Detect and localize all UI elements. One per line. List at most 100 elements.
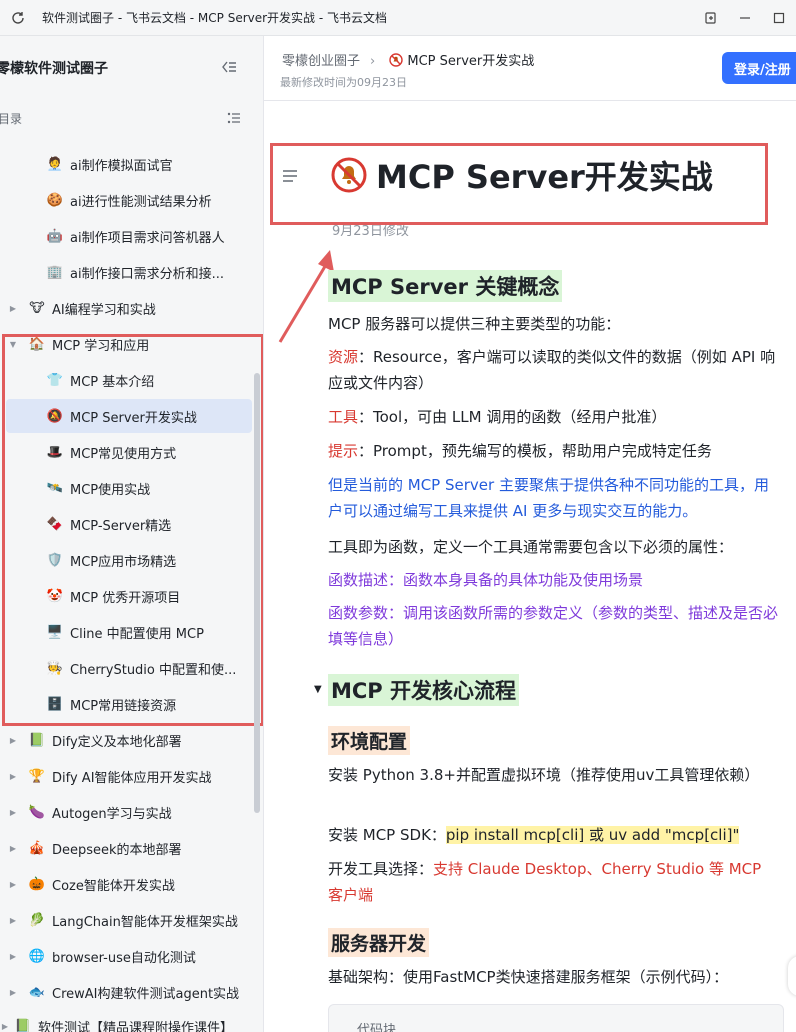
sidebar-item-label: ai制作模拟面试官 (70, 158, 173, 174)
para-env-python: 安装 Python 3.8+并配置虚拟环境（推荐使用uv工具管理依赖） (328, 766, 760, 784)
sidebar-item-label: ai制作项目需求问答机器人 (70, 230, 225, 246)
heading-env: 环境配置 (328, 726, 411, 755)
para-resource: 资源：Resource，客户端可以读取的类似文件的数据（例如 API 响应或文件… (328, 344, 778, 396)
sidebar-item[interactable]: 🤖 ai制作项目需求问答机器人 (6, 219, 252, 253)
page-emoji-icon: 🌐 (28, 948, 46, 964)
sidebar: 零檬软件测试圈子 目录 🧑‍💼 ai制作模拟面试官 🍪 ai进行性能测试结果分析 🤖 ai… (0, 36, 264, 1032)
collapsed-arrow-icon[interactable]: ▶ (8, 880, 18, 889)
toc-list-icon[interactable] (226, 110, 242, 129)
tool-text: ：Tool，可由 LLM 调用的函数（经用户批准） (358, 408, 667, 426)
collapsed-arrow-icon[interactable]: ▶ (8, 844, 18, 853)
para-tool: 工具：Tool，可由 LLM 调用的函数（经用户批准） (328, 404, 778, 430)
sidebar-item-label: CrewAI构建软件测试agent实战 (52, 986, 240, 1002)
collapsed-arrow-icon[interactable]: ▶ (8, 772, 18, 781)
sidebar-item-label: browser-use自动化测试 (52, 950, 196, 966)
page-emoji-icon: 🐮 (29, 300, 45, 316)
para-prompt: 提示：Prompt，预先编写的模板，帮助用户完成特定任务 (328, 438, 778, 464)
collapsed-arrow-icon[interactable]: ▶ (8, 808, 18, 817)
minimize-icon[interactable] (728, 0, 762, 36)
para-tools: 工具即为函数，定义一个工具通常需要包含以下必须的属性： (328, 538, 734, 556)
para-env-sdk: 安装 MCP SDK：pip install mcp[cli] 或 uv add… (328, 822, 778, 848)
sidebar-item-label: Coze智能体开发实战 (52, 878, 175, 894)
sidebar-item-label: ai制作接口需求分析和接... (70, 266, 224, 282)
collapsed-arrow-icon[interactable]: ▶ (8, 988, 18, 997)
collapse-arrow-icon[interactable]: ▼ (314, 684, 322, 695)
collapsed-arrow-icon[interactable]: ▶ (0, 1022, 10, 1031)
annotation-box-title (270, 143, 768, 225)
heading-flow: MCP 开发核心流程 (328, 674, 520, 706)
toc-row: 目录 (0, 100, 263, 136)
page-emoji-icon: 🥬 (28, 912, 46, 928)
pin-icon[interactable] (694, 0, 728, 36)
code-block[interactable]: 代码块 (328, 1004, 784, 1032)
sidebar-item[interactable]: ▶ 🎪 Deepseek的本地部署 (8, 831, 258, 865)
page-emoji-icon: 📗 (14, 1018, 32, 1032)
sidebar-item[interactable]: ▶ 🌐 browser-use自动化测试 (8, 939, 258, 973)
page-emoji-icon: 🏢 (46, 264, 64, 280)
sidebar-item-label: Dify AI智能体应用开发实战 (52, 770, 212, 786)
heading-concepts: MCP Server 关键概念 (328, 270, 563, 302)
last-modified: 最新修改时间为09月23日 (280, 76, 407, 89)
sidebar-item-label: Dify定义及本地化部署 (52, 734, 182, 750)
para-env-tools: 开发工具选择：支持 Claude Desktop、Cherry Studio 等… (328, 856, 778, 908)
login-button[interactable]: 登录/注册 (722, 52, 796, 84)
floating-side-handle[interactable] (788, 956, 796, 996)
para-intro: MCP 服务器可以提供三种主要类型的功能： (328, 315, 621, 333)
sidebar-item[interactable]: ▶ 🐟 CrewAI构建软件测试agent实战 (8, 975, 258, 1009)
sidebar-item-label: Deepseek的本地部署 (52, 842, 182, 858)
refresh-icon[interactable] (0, 0, 36, 36)
collapsed-arrow-icon[interactable]: ▶ (8, 916, 18, 925)
sidebar-item-label: ai进行性能测试结果分析 (70, 194, 212, 210)
sidebar-item[interactable]: ▶ 🥬 LangChain智能体开发框架实战 (8, 903, 258, 937)
sidebar-item[interactable]: ▶ 🐮 AI编程学习和实战 (8, 291, 258, 325)
sidebar-item[interactable]: 🍪 ai进行性能测试结果分析 (6, 183, 252, 217)
breadcrumb-current-label: MCP Server开发实战 (407, 54, 535, 69)
sidebar-item[interactable]: 🏢 ai制作接口需求分析和接... (6, 255, 252, 289)
collapsed-arrow-icon[interactable]: ▶ (8, 952, 18, 961)
sidebar-item[interactable]: ▶ 🎃 Coze智能体开发实战 (8, 867, 258, 901)
page-emoji-icon: 🤖 (46, 228, 64, 244)
sidebar-header: 零檬软件测试圈子 (0, 36, 263, 100)
resource-key: 资源 (328, 348, 359, 366)
sidebar-item[interactable]: ▶ 📗 Dify定义及本地化部署 (8, 723, 258, 757)
toc-label: 目录 (0, 111, 23, 126)
space-name[interactable]: 零檬软件测试圈子 (0, 58, 108, 78)
page-emoji-icon: 📗 (28, 732, 46, 748)
page-emoji-icon: 🐟 (28, 984, 46, 1000)
sidebar-item-label: 软件测试【精品课程附操作课件】 (38, 1020, 234, 1032)
collapsed-arrow-icon[interactable]: ▶ (8, 736, 18, 745)
page-emoji-icon: 🏆 (28, 768, 46, 784)
sidebar-item[interactable]: ▶ 🍆 Autogen学习与实战 (8, 795, 258, 829)
collapsed-arrow-icon[interactable]: ▶ (8, 304, 18, 313)
page-emoji-icon: 🎪 (28, 840, 46, 856)
tool-key: 工具 (328, 408, 359, 426)
breadcrumb-parent[interactable]: 零檬创业圈子 (282, 54, 360, 69)
env-sdk-cmd: pip install mcp[cli] 或 uv add "mcp[cli]" (445, 826, 740, 844)
prompt-key: 提示 (328, 442, 359, 460)
page-emoji-icon: 🍆 (28, 804, 46, 820)
code-block-label: 代码块 (357, 1023, 397, 1032)
breadcrumb: 零檬创业圈子 › MCP Server开发实战 (282, 50, 534, 69)
sidebar-item-label: Autogen学习与实战 (52, 806, 172, 822)
para-func-desc: 函数描述：函数本身具备的具体功能及使用场景 (328, 571, 644, 589)
maximize-icon[interactable] (762, 0, 796, 36)
page-emoji-icon: 🍪 (46, 192, 64, 208)
sidebar-item-label: AI编程学习和实战 (52, 302, 156, 318)
para-server-arch: 基础架构：使用FastMCP类快速搭建服务框架（示例代码）： (328, 968, 729, 986)
sidebar-item[interactable]: ▶ 📗 软件测试【精品课程附操作课件】 (0, 1009, 250, 1032)
para-blue-note: 但是当前的 MCP Server 主要聚焦于提供各种不同功能的工具，用户可以通过… (328, 476, 769, 520)
collapse-sidebar-icon[interactable] (220, 58, 240, 78)
no-bell-icon (389, 53, 404, 67)
sidebar-item[interactable]: 🧑‍💼 ai制作模拟面试官 (6, 147, 252, 181)
page-emoji-icon: 🧑‍💼 (46, 156, 64, 172)
window-title: 软件测试圈子 - 飞书云文档 - MCP Server开发实战 - 飞书云文档 (42, 11, 388, 25)
heading-server: 服务器开发 (328, 928, 430, 957)
env-tools-prefix: 开发工具选择： (328, 860, 434, 878)
sidebar-item[interactable]: ▶ 🏆 Dify AI智能体应用开发实战 (8, 759, 258, 793)
annotation-box-sidebar (2, 334, 263, 726)
resource-text: ：Resource，客户端可以读取的类似文件的数据（例如 API 响应或文件内容… (328, 348, 776, 392)
window-titlebar: 软件测试圈子 - 飞书云文档 - MCP Server开发实战 - 飞书云文档 (0, 0, 796, 36)
sidebar-item-label: LangChain智能体开发框架实战 (52, 914, 238, 930)
sidebar-scrollbar[interactable] (254, 373, 260, 813)
breadcrumb-current: MCP Server开发实战 (385, 53, 535, 69)
